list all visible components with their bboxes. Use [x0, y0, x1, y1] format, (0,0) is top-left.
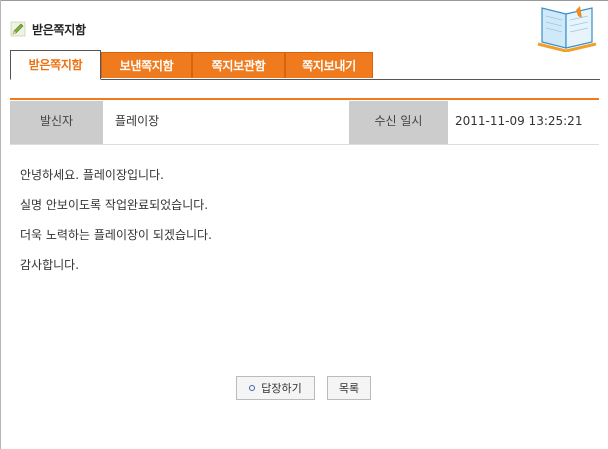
tab-compose[interactable]: 쪽지보내기 — [285, 52, 373, 78]
message-line: 안녕하세요. 플레이장입니다. — [20, 168, 164, 182]
received-label: 수신 일시 — [349, 101, 448, 144]
reply-button[interactable]: 답장하기 — [236, 376, 315, 400]
header-divider — [10, 98, 599, 100]
pencil-icon — [10, 21, 26, 37]
list-button[interactable]: 목록 — [327, 376, 371, 400]
sender-label: 발신자 — [10, 101, 103, 144]
received-value: 2011-11-09 13:25:21 — [455, 114, 583, 128]
message-line: 감사합니다. — [20, 258, 80, 272]
tab-inbox[interactable]: 받은쪽지함 — [10, 50, 101, 80]
page-title: 받은쪽지함 — [32, 22, 86, 37]
tab-archive[interactable]: 쪽지보관함 — [192, 52, 285, 78]
window-top-border — [0, 0, 608, 1]
message-info-row: 발신자 플레이장 수신 일시 2011-11-09 13:25:21 — [10, 101, 599, 145]
sender-value: 플레이장 — [115, 114, 160, 128]
book-icon — [537, 6, 597, 52]
window-left-border — [0, 0, 1, 449]
dot-icon — [249, 385, 256, 391]
tab-sent[interactable]: 보낸쪽지함 — [101, 52, 192, 78]
message-body: 안녕하세요. 플레이장입니다. 실명 안보이도록 작업완료되었습니다. 더욱 노… — [20, 164, 590, 284]
page-header: 받은쪽지함 — [10, 18, 86, 40]
message-line: 실명 안보이도록 작업완료되었습니다. — [20, 198, 209, 212]
message-line: 더욱 노력하는 플레이장이 되겠습니다. — [20, 228, 212, 242]
reply-button-label: 답장하기 — [261, 382, 302, 395]
mailbox-tabs: 받은쪽지함 보낸쪽지함 쪽지보관함 쪽지보내기 — [10, 50, 600, 80]
